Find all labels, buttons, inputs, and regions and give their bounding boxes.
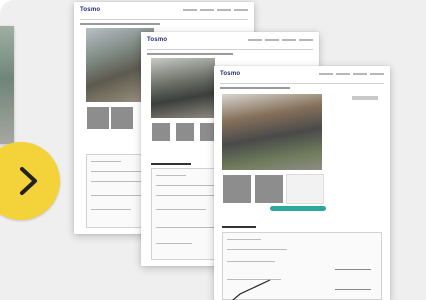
brand-logo: Tosmo <box>80 7 101 13</box>
showcase-panel: Tosmo Tosmo Tosmo <box>0 0 426 300</box>
next-button[interactable] <box>0 142 60 220</box>
main-photo <box>151 58 215 118</box>
thumbnail <box>110 106 134 130</box>
thumbnail <box>86 106 110 130</box>
pointer-line <box>232 279 271 300</box>
page-heading <box>80 23 160 25</box>
thumbnail <box>254 174 284 204</box>
section-heading <box>222 226 256 228</box>
divider <box>147 49 313 50</box>
diagram-thumbnail <box>286 174 324 204</box>
download-link[interactable] <box>270 206 326 211</box>
header-nav <box>319 73 384 75</box>
brand-logo: Tosmo <box>147 37 168 43</box>
page-header: Tosmo <box>147 37 313 47</box>
previous-page-preview <box>0 26 14 144</box>
divider <box>220 83 384 84</box>
page-heading <box>147 53 233 55</box>
page-heading <box>220 87 290 89</box>
header-nav <box>183 9 248 11</box>
header-nav <box>248 39 313 41</box>
divider <box>80 19 248 20</box>
page-header: Tosmo <box>80 7 248 17</box>
catalog-page-3: Tosmo <box>214 66 390 300</box>
brand-logo: Tosmo <box>220 71 241 77</box>
chevron-right-icon <box>20 167 37 195</box>
thumbnail <box>151 122 171 142</box>
thumbnail <box>175 122 195 142</box>
main-photo <box>222 94 322 170</box>
section-heading <box>151 163 191 165</box>
thumbnail <box>222 174 252 204</box>
page-header: Tosmo <box>220 71 384 81</box>
badge <box>352 96 378 100</box>
